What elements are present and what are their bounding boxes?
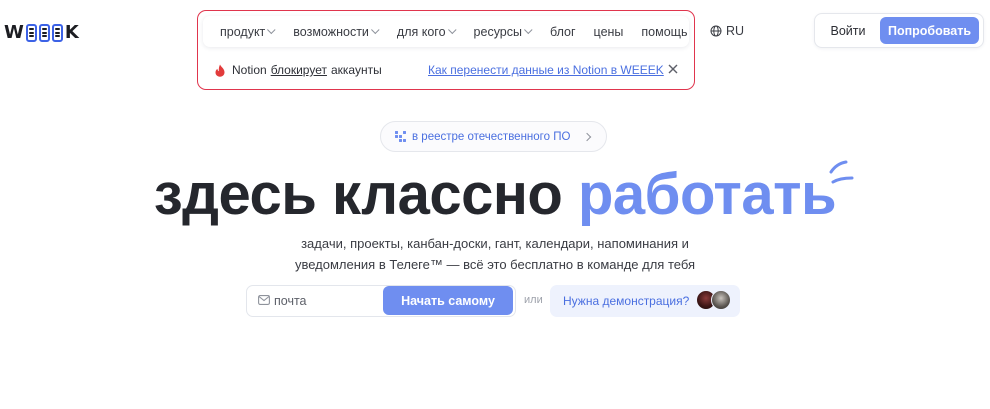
chevron-down-icon — [267, 25, 276, 34]
hero-title-main: здесь классно — [153, 162, 563, 227]
fire-icon — [215, 64, 225, 77]
email-input[interactable] — [274, 290, 374, 312]
announcement-emphasis: блокирует — [270, 63, 327, 77]
registry-chip-label: в реестре отечественного ПО — [412, 130, 571, 143]
logo-letter-k: K — [64, 22, 79, 43]
nav-item-pricing[interactable]: цены — [585, 25, 633, 39]
language-switcher[interactable]: RU — [710, 24, 744, 38]
nav-item-label: возможности — [293, 24, 369, 39]
registry-icon — [395, 131, 406, 142]
demo-button-label: Нужна демонстрация? — [563, 294, 690, 308]
language-label: RU — [726, 24, 745, 38]
nav-item-label: ресурсы — [473, 24, 522, 39]
hero-subtitle-line: уведомления в Телеге™ — всё это бесплатн… — [294, 257, 696, 272]
chevron-down-icon — [524, 25, 533, 34]
chevron-down-icon — [370, 25, 380, 34]
nav-item-label: продукт — [220, 24, 266, 39]
nav-item-product[interactable]: продукт — [211, 25, 284, 39]
try-button[interactable]: Попробовать — [880, 17, 979, 44]
mail-icon — [258, 295, 270, 305]
nav-item-label: помощь — [641, 24, 688, 39]
sparkle-icon — [829, 160, 854, 184]
nav-item-features[interactable]: возможности — [284, 25, 388, 39]
nav-item-for-whom[interactable]: для кого — [388, 25, 465, 39]
announcement-prefix: Notion — [232, 63, 267, 77]
nav-item-label: цены — [593, 24, 624, 39]
chevron-right-icon — [583, 132, 592, 141]
chevron-down-icon — [447, 25, 457, 34]
login-button[interactable]: Войти — [818, 17, 878, 44]
avatar-group — [696, 290, 734, 312]
logo[interactable]: W K — [4, 22, 79, 43]
nav-item-label: блог — [550, 24, 576, 39]
registry-chip[interactable]: в реестре отечественного ПО — [380, 121, 607, 152]
nav-item-label: для кого — [396, 24, 446, 39]
hero-title-accent: работать — [577, 162, 837, 227]
hero-subtitle: задачи, проекты, канбан-доски, гант, кал… — [0, 233, 990, 275]
main-nav: продукт возможности для кого ресурсы бло… — [203, 16, 689, 47]
hero-subtitle-line: задачи, проекты, канбан-доски, гант, кал… — [301, 236, 689, 251]
globe-icon — [710, 25, 722, 37]
notion-migration-link[interactable]: Как перенести данные из Notion в WEEEK — [428, 63, 664, 77]
announcement-suffix: аккаунты — [330, 63, 382, 77]
nav-item-help[interactable]: помощь — [632, 25, 696, 39]
announcement-bar: Notion блокирует аккаунты Как перенести … — [214, 62, 680, 78]
close-icon[interactable] — [666, 62, 680, 76]
logo-mark-icon — [25, 23, 63, 42]
logo-letter-w: W — [4, 22, 24, 43]
nav-item-resources[interactable]: ресурсы — [465, 25, 541, 39]
avatar — [711, 290, 731, 310]
or-label: или — [524, 294, 543, 306]
nav-item-blog[interactable]: блог — [541, 25, 585, 39]
start-button[interactable]: Начать самому — [383, 286, 513, 315]
